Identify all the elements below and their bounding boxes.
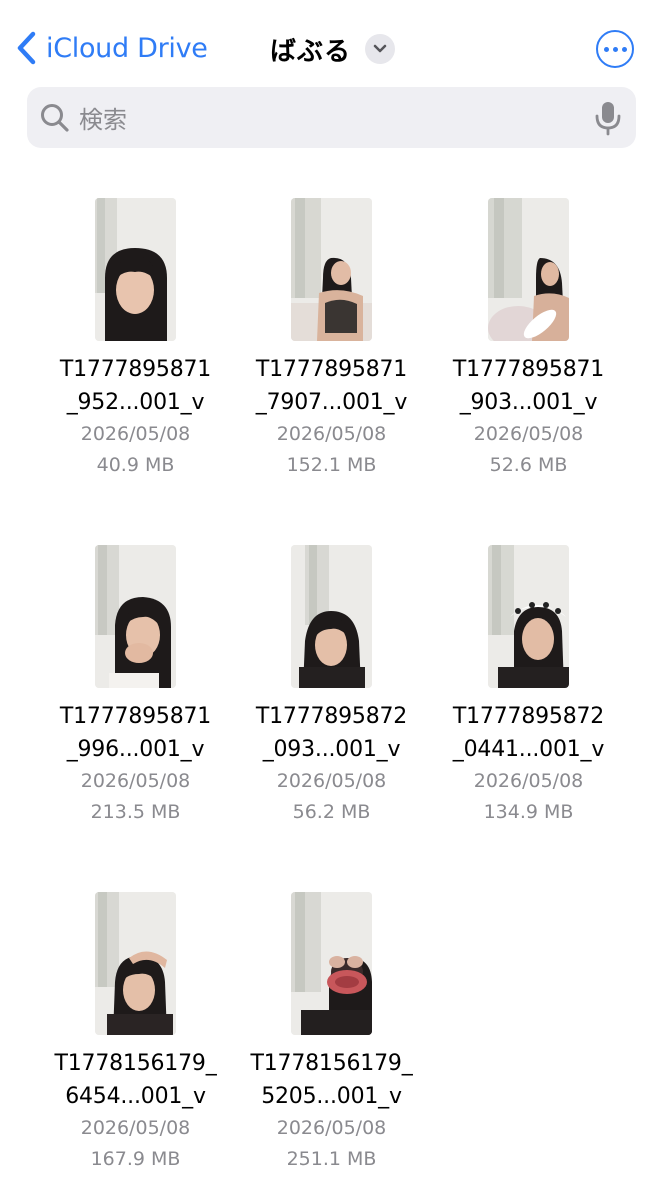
file-item[interactable]: T1778156179_ 6454...001_v 2026/05/08 167…	[37, 892, 234, 1175]
file-size: 134.9 MB	[483, 801, 574, 823]
file-name-line1: T1777895871	[452, 357, 605, 382]
file-item[interactable]: T1777895871 _7907...001_v 2026/05/08 152…	[233, 198, 430, 481]
video-thumbnail	[291, 892, 372, 1035]
file-item[interactable]: T1777895871 _996...001_v 2026/05/08 213.…	[37, 545, 234, 828]
file-name-line1: T1777895871	[255, 357, 408, 382]
file-name-line1: T1778156179_	[54, 1051, 217, 1076]
file-item[interactable]: T1777895871 _903...001_v 2026/05/08 52.6…	[430, 198, 627, 481]
file-size: 167.9 MB	[90, 1148, 181, 1170]
page-title: ばぶる	[270, 36, 352, 67]
video-thumbnail	[95, 545, 176, 688]
file-name-line1: T1777895871	[59, 704, 212, 729]
file-size: 56.2 MB	[292, 801, 371, 823]
file-date: 2026/05/08	[276, 423, 387, 445]
file-date: 2026/05/08	[276, 1117, 387, 1139]
file-item[interactable]: T1777895872 _0441...001_v 2026/05/08 134…	[430, 545, 627, 828]
file-date: 2026/05/08	[80, 770, 191, 792]
back-button[interactable]: iCloud Drive	[14, 28, 208, 68]
file-size: 213.5 MB	[90, 801, 181, 823]
file-name-line2: _996...001_v	[66, 737, 205, 762]
back-label: iCloud Drive	[46, 32, 208, 64]
ellipsis-icon-dot	[603, 46, 609, 52]
file-name-line2: _952...001_v	[66, 390, 205, 415]
file-size: 251.1 MB	[286, 1148, 377, 1170]
ellipsis-icon-dot	[612, 46, 618, 52]
file-name-line2: _093...001_v	[262, 737, 401, 762]
folder-title-menu[interactable]: ばぶる	[270, 30, 396, 68]
file-name-line1: T1777895871	[59, 357, 212, 382]
video-thumbnail	[291, 545, 372, 688]
microphone-icon[interactable]	[594, 100, 622, 136]
search-icon	[41, 103, 69, 132]
video-thumbnail	[291, 198, 372, 341]
file-name-line2: 5205...001_v	[261, 1084, 402, 1109]
search-field[interactable]: 検索	[27, 87, 636, 148]
chevron-left-icon	[17, 31, 36, 65]
file-name-line1: T1778156179_	[250, 1051, 413, 1076]
video-thumbnail	[488, 545, 569, 688]
file-name-line2: _0441...001_v	[452, 737, 605, 762]
video-thumbnail	[95, 892, 176, 1035]
chevron-down-icon	[365, 34, 396, 64]
file-date: 2026/05/08	[473, 770, 584, 792]
video-thumbnail	[488, 198, 569, 341]
file-date: 2026/05/08	[473, 423, 584, 445]
file-name-line2: _7907...001_v	[255, 390, 408, 415]
file-item[interactable]: T1777895871 _952...001_v 2026/05/08 40.9…	[37, 198, 234, 481]
more-options-button[interactable]	[596, 30, 634, 68]
file-date: 2026/05/08	[80, 1117, 191, 1139]
file-item[interactable]: T1778156179_ 5205...001_v 2026/05/08 251…	[233, 892, 430, 1175]
file-size: 40.9 MB	[96, 454, 175, 476]
file-date: 2026/05/08	[276, 770, 387, 792]
file-name-line2: _903...001_v	[459, 390, 598, 415]
navigation-bar: iCloud Drive ばぶる	[0, 0, 664, 90]
file-name-line1: T1777895872	[255, 704, 408, 729]
file-size: 152.1 MB	[286, 454, 377, 476]
file-name-line2: 6454...001_v	[65, 1084, 206, 1109]
search-placeholder: 検索	[79, 106, 127, 134]
file-item[interactable]: T1777895872 _093...001_v 2026/05/08 56.2…	[233, 545, 430, 828]
file-date: 2026/05/08	[80, 423, 191, 445]
file-size: 52.6 MB	[489, 454, 568, 476]
video-thumbnail	[95, 198, 176, 341]
ellipsis-icon-dot	[621, 46, 627, 52]
file-name-line1: T1777895872	[452, 704, 605, 729]
